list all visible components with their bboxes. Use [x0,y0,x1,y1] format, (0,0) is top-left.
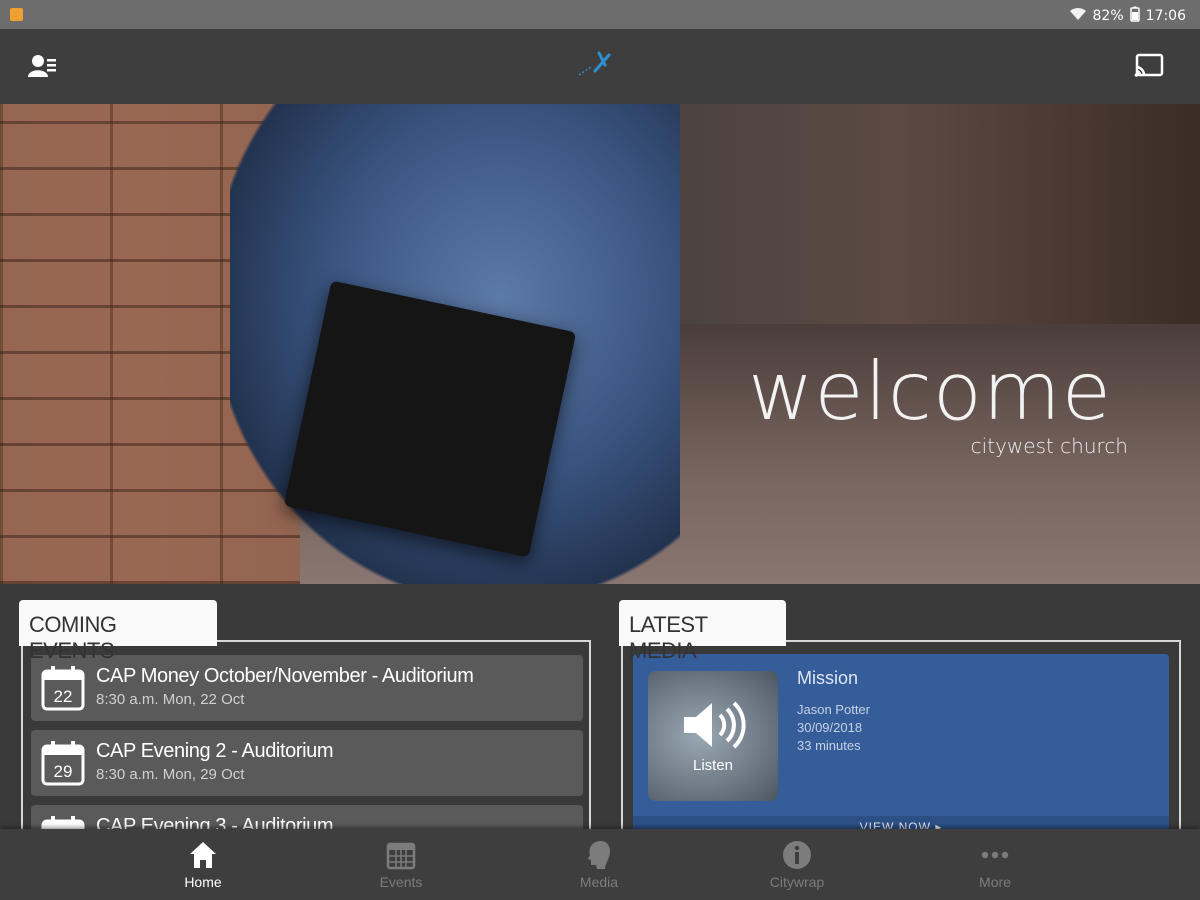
nav-media[interactable]: Media [539,829,659,900]
home-icon [190,842,216,868]
latest-media-heading: LATEST MEDIA [619,600,786,663]
event-time: 8:30 a.m. Mon, 29 Oct [96,766,245,783]
nav-label: Events [379,874,423,890]
wifi-icon [1069,7,1087,25]
speaker-icon [684,701,746,749]
event-time: 8:30 a.m. Mon, 22 Oct [96,691,245,708]
bottom-navigation: Home Events Media Citywrap More [0,829,1200,900]
status-right: 82% 17:06 [1069,6,1186,26]
event-title: CAP Evening 2 - Auditorium [96,740,334,762]
media-card[interactable]: Listen Mission Jason Potter 30/09/2018 3… [633,654,1169,844]
profile-button[interactable] [28,53,58,84]
church-logo-icon [575,49,619,84]
more-dots-icon [981,851,1009,859]
battery-icon [1129,6,1140,26]
coming-events-heading: COMING EVENTS [19,600,217,663]
listen-label: Listen [692,757,734,774]
media-title: Mission [797,668,859,688]
latest-media-panel: Listen Mission Jason Potter 30/09/2018 3… [621,640,1181,844]
event-item[interactable]: 22 CAP Money October/November - Auditori… [31,655,583,721]
app-toolbar [0,29,1200,104]
calendar-icon: 29 [41,741,85,786]
info-icon [783,841,811,869]
nav-label: Citywrap [769,874,825,890]
calendar-icon: 22 [41,666,85,711]
hero-welcome-text: welcome [748,345,1112,438]
coming-events-panel: 22 CAP Money October/November - Auditori… [21,640,591,871]
media-date: 30/09/2018 [797,720,863,735]
nav-citywrap[interactable]: Citywrap [737,829,857,900]
media-thumbnail[interactable]: Listen [648,671,778,801]
event-title: CAP Money October/November - Auditorium [96,665,474,687]
battery-level: 82% [1092,8,1124,24]
media-head-icon [588,841,610,869]
event-day: 22 [54,687,73,706]
status-bar: 82% 17:06 [0,0,1200,29]
media-duration: 33 minutes [797,738,861,753]
nav-label: Home [184,874,222,890]
event-item[interactable]: 29 CAP Evening 2 - Auditorium 8:30 a.m. … [31,730,583,796]
event-day: 29 [54,762,73,781]
nav-label: More [979,874,1011,890]
nav-home[interactable]: Home [143,829,263,900]
cast-icon [1134,53,1164,77]
nav-label: Media [579,874,619,890]
clock: 17:06 [1145,8,1186,24]
hero-banner[interactable]: welcome citywest church [0,104,1200,584]
media-speaker: Jason Potter [797,702,870,717]
nav-more[interactable]: More [935,829,1055,900]
nav-events[interactable]: Events [341,829,461,900]
cast-button[interactable] [1134,53,1164,84]
calendar-icon [386,842,416,870]
notification-icon [10,8,23,21]
person-list-icon [28,55,56,77]
hero-subtitle: citywest church [970,434,1128,458]
